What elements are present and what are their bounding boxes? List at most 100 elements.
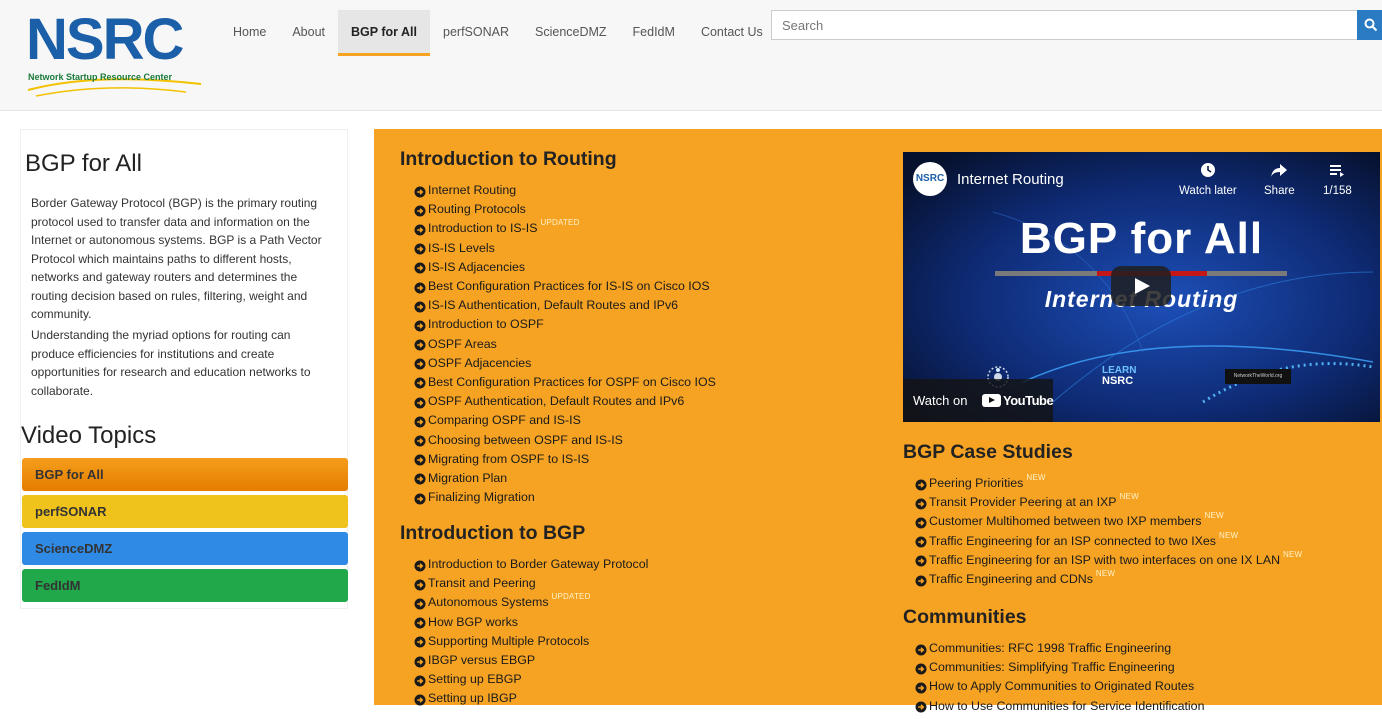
list-item-link[interactable]: Migration Plan [428,469,507,488]
list-item: Introduction to Border Gateway Protocol [414,555,648,574]
list-item-link[interactable]: Peering Priorities [929,474,1023,493]
list-item-link[interactable]: OSPF Adjacencies [428,354,531,373]
video-title[interactable]: Internet Routing [957,171,1064,188]
arrow-circle-right-icon [414,492,426,505]
arrow-circle-right-icon [414,434,426,447]
nav-contact-us[interactable]: Contact Us [688,10,776,56]
list-item-link[interactable]: Introduction to IS-IS [428,219,538,238]
list-item-link[interactable]: Supporting Multiple Protocols [428,632,589,651]
list-item-link[interactable]: OSPF Areas [428,335,497,354]
list-item-link[interactable]: How to Use Communities for Service Ident… [929,697,1204,716]
list-item-link[interactable]: Setting up EBGP [428,670,522,689]
nav-bgp-for-all[interactable]: BGP for All [338,10,430,56]
list-item: Communities: Simplifying Traffic Enginee… [915,658,1204,677]
list-item: Setting up IBGP [414,689,648,708]
section-title-bgp: Introduction to BGP [400,522,586,544]
watch-on-label: Watch on [913,393,968,408]
arrow-circle-right-icon [915,497,927,510]
list-item-link[interactable]: Best Configuration Practices for IS-IS o… [428,277,710,296]
list-item: Transit and Peering [414,574,648,593]
search-button[interactable] [1357,10,1382,40]
sidebar-title: BGP for All [25,150,142,177]
sidebar: BGP for All Border Gateway Protocol (BGP… [20,129,348,609]
video-topics-title: Video Topics [21,422,157,449]
list-item-link[interactable]: Introduction to OSPF [428,315,544,334]
list-item-link[interactable]: Transit and Peering [428,574,536,593]
list-item-link[interactable]: Comparing OSPF and IS-IS [428,411,581,430]
list-item-link[interactable]: Customer Multihomed between two IXP memb… [929,512,1201,531]
nsrc-logo[interactable]: NSRC Network Startup Resource Center [26,7,206,97]
topic-bgp-for-all[interactable]: BGP for All [22,458,348,491]
arrow-circle-right-icon [414,578,426,591]
playlist-count: 1/158 [1323,185,1352,197]
list-item-badge: NEW [1119,492,1139,502]
clock-icon [1200,163,1215,177]
arrow-circle-right-icon [915,700,927,713]
list-item-link[interactable]: Internet Routing [428,181,516,200]
topic-perfsonar[interactable]: perfSONAR [22,495,348,528]
topic-sciencedmz[interactable]: ScienceDMZ [22,532,348,565]
communities-list: Communities: RFC 1998 Traffic Engineerin… [915,639,1204,716]
list-item: IS-IS Adjacencies [414,258,716,277]
video-headline: BGP for All [1019,214,1264,263]
nav-about[interactable]: About [279,10,338,56]
list-item-link[interactable]: Routing Protocols [428,200,526,219]
arrow-circle-right-icon [414,472,426,485]
sidebar-intro-paragraph: Border Gateway Protocol (BGP) is the pri… [31,196,322,321]
list-item-link[interactable]: OSPF Authentication, Default Routes and … [428,392,684,411]
search-input[interactable] [772,11,1357,39]
list-item-badge: NEW [1026,473,1046,483]
share-button[interactable]: Share [1264,162,1295,197]
list-item: IBGP versus EBGP [414,651,648,670]
bgp-list: Introduction to Border Gateway Protocol T… [414,555,648,709]
list-item-link[interactable]: Finalizing Migration [428,488,535,507]
list-item: Traffic Engineering and CDNs NEW [915,569,1302,589]
list-item: How to Apply Communities to Originated R… [915,677,1204,696]
list-item-link[interactable]: Best Configuration Practices for OSPF on… [428,373,716,392]
arrow-circle-right-icon [414,185,426,198]
list-item: OSPF Adjacencies [414,354,716,373]
nav-perfsonar[interactable]: perfSONAR [430,10,522,56]
list-item-link[interactable]: How to Apply Communities to Originated R… [929,677,1194,696]
arrow-circle-right-icon [414,415,426,428]
list-item: Finalizing Migration [414,488,716,507]
list-item-link[interactable]: IS-IS Adjacencies [428,258,525,277]
list-item-link[interactable]: Communities: Simplifying Traffic Enginee… [929,658,1175,677]
list-item-link[interactable]: Traffic Engineering and CDNs [929,570,1093,589]
list-item-link[interactable]: Transit Provider Peering at an IXP [929,493,1117,512]
watch-on-youtube-button[interactable]: Watch on YouTube [903,379,1054,422]
list-item-link[interactable]: IS-IS Levels [428,239,495,258]
list-item-link[interactable]: Choosing between OSPF and IS-IS [428,431,623,450]
section-title-communities: Communities [903,606,1027,628]
list-item-badge: NEW [1204,511,1224,521]
share-label: Share [1264,185,1295,197]
list-item: Peering Priorities NEW [915,473,1302,493]
list-item-badge: UPDATED [551,592,591,602]
list-item-link[interactable]: IS-IS Authentication, Default Routes and… [428,296,678,315]
list-item-link[interactable]: Communities: RFC 1998 Traffic Engineerin… [929,639,1171,658]
arrow-circle-right-icon [915,681,927,694]
list-item: Supporting Multiple Protocols [414,632,648,651]
list-item-link[interactable]: Autonomous Systems [428,593,549,612]
list-item-link[interactable]: IBGP versus EBGP [428,651,535,670]
nav-home[interactable]: Home [220,10,279,56]
list-item-link[interactable]: Setting up IBGP [428,689,517,708]
youtube-video-embed[interactable]: NSRC Internet Routing Watch later Share … [903,152,1380,422]
list-item-link[interactable]: Introduction to Border Gateway Protocol [428,555,648,574]
playlist-button[interactable]: 1/158 [1323,162,1352,197]
channel-logo[interactable]: NSRC [913,162,947,196]
nav-fedidm[interactable]: FedIdM [620,10,688,56]
arrow-circle-right-icon [414,559,426,572]
nav-sciencedmz[interactable]: ScienceDMZ [522,10,620,56]
watch-later-button[interactable]: Watch later [1179,162,1237,197]
list-item: Best Configuration Practices for OSPF on… [414,373,716,392]
list-item-badge: NEW [1095,569,1116,579]
play-button[interactable] [1111,266,1171,306]
list-item-link[interactable]: Migrating from OSPF to IS-IS [428,450,589,469]
sidebar-second-paragraph: Understanding the myriad options for rou… [31,328,311,398]
logo-subtitle: Network Startup Resource Center [28,72,173,82]
list-item-link[interactable]: Traffic Engineering for an ISP connected… [929,532,1216,551]
arrow-circle-right-icon [414,261,426,274]
list-item-link[interactable]: How BGP works [428,613,518,632]
topic-fedidm[interactable]: FedIdM [22,569,348,602]
